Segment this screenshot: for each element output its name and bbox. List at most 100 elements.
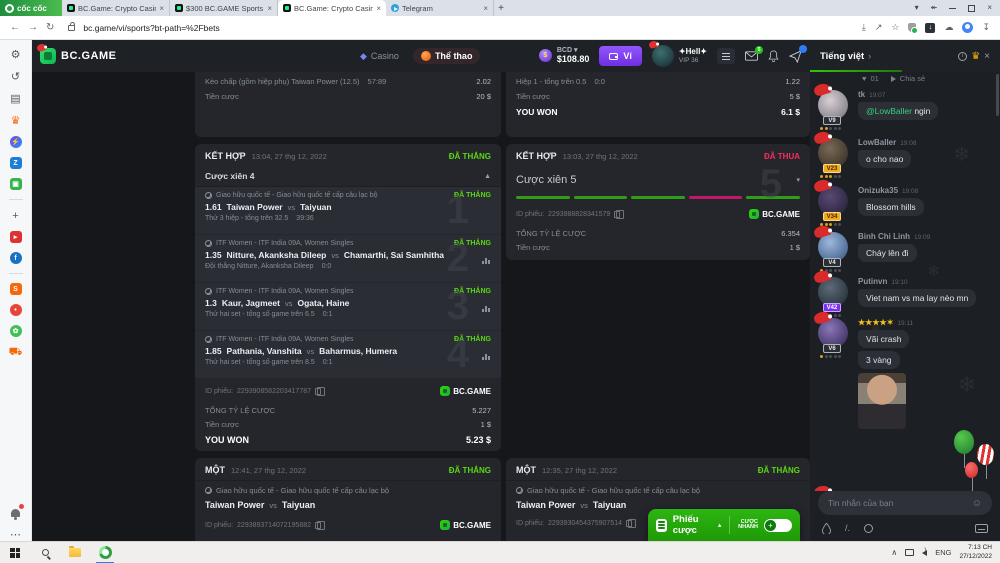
copy-icon[interactable] bbox=[315, 522, 321, 529]
quick-bet-toggle[interactable] bbox=[764, 519, 792, 532]
chat-app-icon[interactable]: ✿ bbox=[10, 325, 22, 337]
network-icon[interactable] bbox=[905, 549, 914, 556]
chat-bubble[interactable]: Blossom hills bbox=[858, 198, 924, 216]
coccoc-menu-button[interactable]: cốc cốc bbox=[0, 0, 62, 16]
nav-sports[interactable]: Thể thao bbox=[413, 48, 481, 64]
emoji-picker-icon[interactable]: ☺ bbox=[972, 498, 982, 509]
chat-username[interactable]: Onizuka35 bbox=[858, 186, 898, 195]
parlay-bet-card-collapsed[interactable]: KẾT HỢP 13:03, 27 thg 12, 2022 ĐÃ THUA C… bbox=[506, 144, 810, 260]
parlay-leg[interactable]: 4 ITF Women - ITF India 09A, Women Singl… bbox=[195, 331, 501, 379]
copy-icon[interactable] bbox=[626, 520, 632, 527]
adblock-shield-icon[interactable] bbox=[908, 23, 916, 32]
bet-list-button[interactable] bbox=[717, 48, 735, 64]
stats-icon[interactable] bbox=[482, 353, 491, 360]
chat-input[interactable]: Tin nhắn của bạn ☺ bbox=[818, 491, 992, 515]
share-icon[interactable] bbox=[891, 76, 896, 82]
bcgame-logo[interactable]: BC.GAME bbox=[40, 48, 116, 64]
chat-username[interactable]: ★★★★✶ bbox=[858, 318, 893, 327]
add-shortcut-icon[interactable]: + bbox=[9, 209, 22, 222]
parlay-leg[interactable]: 3 ITF Women - ITF India 09A, Women Singl… bbox=[195, 283, 501, 331]
reading-list-icon[interactable]: ▤ bbox=[9, 92, 22, 105]
crown-icon[interactable]: ♛ bbox=[9, 114, 22, 127]
extension-icon[interactable]: ☁ bbox=[944, 22, 953, 33]
coin-drop-icon[interactable] bbox=[864, 524, 873, 533]
notifications-bell-icon[interactable] bbox=[9, 506, 22, 519]
cart-icon[interactable]: ⛟ bbox=[9, 346, 22, 359]
single-bet-card[interactable]: MỘT 12:41, 27 thg 12, 2022 ĐÃ THẮNG Giao… bbox=[195, 458, 501, 541]
rain-feature-icon[interactable] bbox=[822, 523, 831, 534]
youtube-icon[interactable]: ▸ bbox=[10, 231, 22, 243]
lock-icon[interactable] bbox=[68, 25, 75, 31]
games-icon[interactable]: ▣ bbox=[10, 178, 22, 190]
inbox-button[interactable]: 5 bbox=[745, 51, 758, 61]
facebook-icon[interactable]: f bbox=[10, 252, 22, 264]
parlay-leg[interactable]: 1 Giao hữu quốc tế - Giao hữu quốc tế cấ… bbox=[195, 187, 501, 235]
keyboard-icon[interactable] bbox=[975, 524, 988, 533]
history-icon[interactable]: ↺ bbox=[9, 70, 22, 83]
expand-arrow-icon[interactable]: ▾ bbox=[796, 176, 800, 184]
chat-bubble[interactable]: o cho nao bbox=[858, 150, 911, 168]
user-profile[interactable]: ✦Hell✦ VIP 36 bbox=[652, 45, 707, 67]
chat-username[interactable]: LowBaller bbox=[858, 138, 896, 147]
minimize-button[interactable] bbox=[949, 8, 956, 9]
chat-scrollbar[interactable] bbox=[996, 74, 999, 116]
chat-close-icon[interactable]: × bbox=[984, 51, 990, 62]
taskbar-clock[interactable]: 7:13 CH 27/12/2022 bbox=[959, 544, 992, 561]
chevron-right-icon[interactable]: › bbox=[868, 51, 871, 61]
avatar[interactable]: V4 bbox=[818, 232, 848, 262]
chat-bubble[interactable]: @LowBaller ngin bbox=[858, 102, 938, 120]
settings-gear-icon[interactable]: ⚙ bbox=[9, 48, 22, 61]
chat-bubble[interactable]: Cháy lên đi bbox=[858, 244, 917, 262]
parlay-title-row[interactable]: Cược xiên 5 5 ▾ bbox=[506, 166, 810, 190]
parlay-bet-card[interactable]: KẾT HỢP 13:04, 27 thg 12, 2022 ĐÃ THẮNG … bbox=[195, 144, 501, 451]
tab-close-icon[interactable]: × bbox=[267, 4, 272, 13]
chat-bubble[interactable]: 3 vàng bbox=[858, 351, 900, 369]
tab-telegram[interactable]: Telegram × bbox=[386, 0, 494, 16]
avatar[interactable]: V34 bbox=[818, 186, 848, 216]
url-text[interactable]: bc.game/vi/sports?bt-path=%2Fbets bbox=[83, 23, 219, 33]
tab-search-icon[interactable]: ▾ bbox=[915, 4, 919, 12]
forward-icon[interactable]: → bbox=[28, 23, 38, 33]
chat-username[interactable]: Putinvn bbox=[858, 277, 887, 286]
close-window-button[interactable]: × bbox=[987, 4, 992, 12]
tab-close-icon[interactable]: × bbox=[376, 4, 381, 13]
language-indicator[interactable]: ENG bbox=[935, 548, 951, 557]
chat-info-icon[interactable]: i bbox=[958, 52, 967, 61]
tab-close-icon[interactable]: × bbox=[483, 4, 488, 13]
taskbar-coccoc-icon[interactable] bbox=[90, 542, 120, 563]
copy-icon[interactable] bbox=[614, 211, 620, 218]
tab-bcgame-1[interactable]: BC.Game: Crypto Casino Gam × bbox=[62, 0, 170, 16]
avatar[interactable]: V6 bbox=[818, 318, 848, 348]
trophy-icon[interactable]: ♛ bbox=[971, 51, 980, 62]
new-tab-button[interactable]: + bbox=[494, 0, 508, 16]
wallet-button[interactable]: Ví bbox=[599, 46, 642, 66]
back-icon[interactable]: ← bbox=[10, 23, 20, 33]
tab-bcgame-active[interactable]: BC.Game: Crypto Casino Gam × bbox=[278, 0, 386, 16]
chat-gif-image[interactable] bbox=[858, 373, 906, 429]
bet-card-partial[interactable]: Hiệp 1 - tổng trên 0.5 0:0 1.22 Tiền cượ… bbox=[506, 72, 810, 137]
zalo-app-icon[interactable]: Z bbox=[10, 157, 22, 169]
like-icon[interactable]: ♥ bbox=[862, 74, 866, 83]
chat-language-selector[interactable]: Tiếng việt bbox=[820, 51, 864, 62]
tab-sports-parlay[interactable]: $300 BC.GAME Sports Parlay × bbox=[170, 0, 278, 16]
chat-commands-icon[interactable]: /. bbox=[845, 523, 850, 533]
maximize-button[interactable] bbox=[968, 5, 975, 12]
bookmark-star-icon[interactable]: ☆ bbox=[891, 22, 899, 33]
volume-icon[interactable] bbox=[922, 550, 927, 556]
tray-expand-icon[interactable]: ∧ bbox=[891, 548, 897, 557]
more-options-icon[interactable]: ⋯ bbox=[9, 528, 22, 541]
shopee-icon[interactable]: S bbox=[10, 283, 22, 295]
chat-username[interactable]: tk bbox=[858, 90, 865, 99]
file-explorer-icon[interactable] bbox=[60, 542, 90, 563]
sidebar-collapse-icon[interactable]: ↞ bbox=[931, 4, 938, 12]
stats-icon[interactable] bbox=[482, 257, 491, 264]
reload-icon[interactable]: ↻ bbox=[46, 23, 54, 33]
balance-selector[interactable]: $ BCD ▾ $108.80 bbox=[539, 47, 590, 65]
chat-bubble[interactable]: Viet nam vs ma lay nèo mn bbox=[858, 289, 976, 307]
tab-close-icon[interactable]: × bbox=[159, 4, 164, 13]
chat-username[interactable]: Binh Chi Linh bbox=[858, 232, 910, 241]
messenger-icon[interactable]: ⚡ bbox=[10, 136, 22, 148]
share-label[interactable]: Chia sẻ bbox=[900, 74, 925, 83]
share-icon[interactable]: ↗ bbox=[875, 22, 883, 33]
downloads-tray-icon[interactable]: ↧ bbox=[982, 22, 990, 33]
